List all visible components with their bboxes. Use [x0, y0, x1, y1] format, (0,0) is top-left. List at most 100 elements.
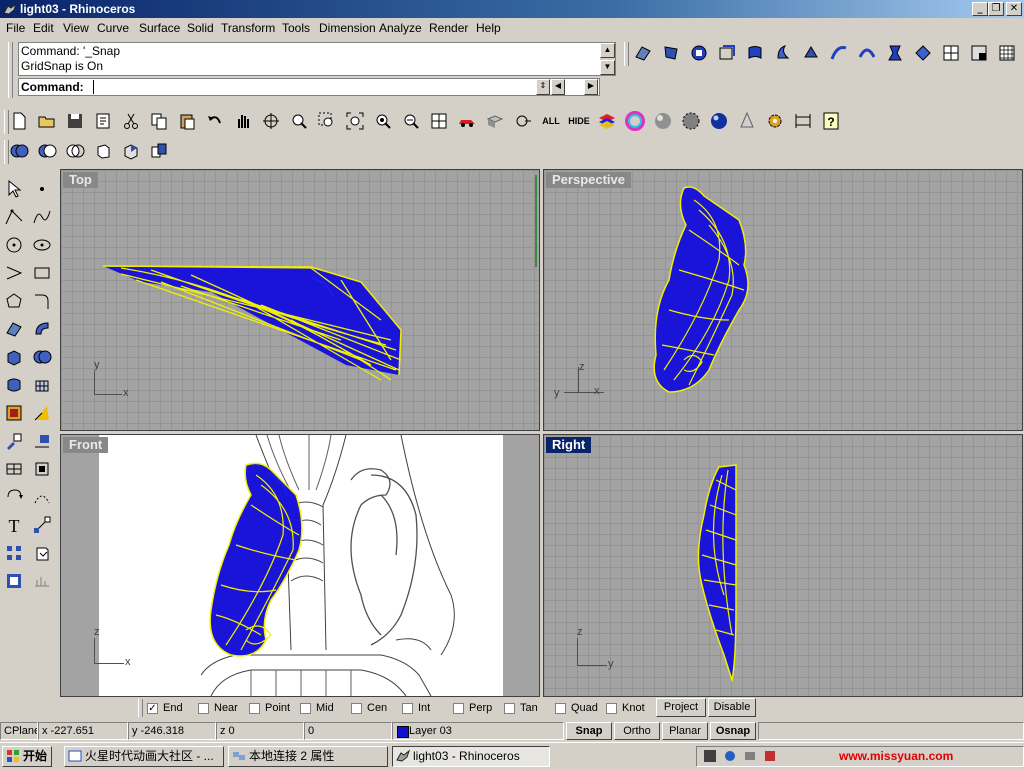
explode-icon[interactable] [148, 140, 170, 162]
polygon-icon[interactable] [3, 290, 25, 312]
polyline-icon[interactable] [3, 206, 25, 228]
snap-toggle[interactable]: Snap [566, 722, 612, 740]
cap-planar-holes-icon[interactable] [92, 140, 114, 162]
tray-icon[interactable] [723, 749, 737, 763]
copy-icon[interactable] [148, 110, 170, 132]
menu-view[interactable]: View [63, 21, 89, 35]
render-tools-icon[interactable] [3, 402, 25, 424]
dimension-icon[interactable] [792, 110, 814, 132]
planar-toggle[interactable]: Planar [662, 722, 708, 740]
zoom-window-icon[interactable] [316, 110, 338, 132]
viewport-perspective[interactable]: Perspective z y x [543, 169, 1023, 431]
viewport-front[interactable]: Front z x [60, 434, 540, 697]
viewport-top[interactable]: Top y x [60, 169, 540, 431]
spin-icon[interactable]: ⇕ [536, 79, 550, 95]
drape-icon[interactable] [940, 42, 962, 64]
tray-icon[interactable] [763, 749, 777, 763]
zoom-icon[interactable] [288, 110, 310, 132]
loft-icon[interactable] [744, 42, 766, 64]
options-gear-icon[interactable] [764, 110, 786, 132]
rectangle-icon[interactable] [31, 262, 53, 284]
show-all-button[interactable]: ALL [540, 110, 562, 132]
ortho-toggle[interactable]: Ortho [614, 722, 660, 740]
cut-icon[interactable] [120, 110, 142, 132]
minimize-button[interactable]: _ [972, 2, 988, 16]
surface-fillet-icon[interactable] [31, 318, 53, 340]
grid-points-icon[interactable] [3, 542, 25, 564]
drafting-icon[interactable] [31, 570, 53, 592]
revolve-icon[interactable] [772, 42, 794, 64]
osnap-perp-checkbox[interactable] [453, 702, 464, 714]
osnap-end-checkbox[interactable]: ✓ [147, 702, 158, 714]
open-icon[interactable] [36, 110, 58, 132]
undo-icon[interactable] [204, 110, 226, 132]
menu-edit[interactable]: Edit [33, 21, 54, 35]
osnap-toggle[interactable]: Osnap [710, 722, 756, 740]
disable-button[interactable]: Disable [708, 698, 756, 717]
fillet-curves-icon[interactable] [31, 290, 53, 312]
project-button[interactable]: Project [656, 698, 706, 717]
render-box-icon[interactable] [484, 110, 506, 132]
scroll-up-icon[interactable]: ▲ [600, 43, 615, 58]
help-icon[interactable]: ? [820, 110, 842, 132]
layers-icon[interactable] [596, 110, 618, 132]
edge-surface-icon[interactable] [660, 42, 682, 64]
command-area-grip[interactable] [8, 42, 13, 98]
menu-surface[interactable]: Surface [139, 21, 180, 35]
menu-analyze[interactable]: Analyze [379, 21, 422, 35]
menu-curve[interactable]: Curve [97, 21, 129, 35]
close-button[interactable]: ✕ [1006, 2, 1022, 16]
surface-from-points-icon[interactable] [632, 42, 654, 64]
osnap-cen-checkbox[interactable] [351, 702, 362, 714]
analyze-icon[interactable] [3, 570, 25, 592]
spotlight-icon[interactable] [736, 110, 758, 132]
patch-icon[interactable] [912, 42, 934, 64]
restore-button[interactable]: ❐ [988, 2, 1004, 16]
osnap-knot[interactable]: Knot [606, 701, 645, 715]
arc-icon[interactable] [3, 262, 25, 284]
boolean-difference-icon[interactable] [36, 140, 58, 162]
menu-help[interactable]: Help [476, 21, 501, 35]
dimension-tools-icon[interactable] [31, 514, 53, 536]
zoom-selected-icon[interactable] [372, 110, 394, 132]
menu-file[interactable]: File [6, 21, 25, 35]
curve-from-object-icon[interactable] [31, 486, 53, 508]
taskbar-item[interactable]: 本地连接 2 属性 [228, 746, 388, 767]
current-layer[interactable]: Layer 03 [392, 722, 564, 740]
surface-toolbar-grip[interactable] [624, 42, 629, 66]
mesh-icon[interactable] [3, 374, 25, 396]
hide-button[interactable]: HIDE [568, 110, 590, 132]
osnap-near-checkbox[interactable] [198, 702, 209, 714]
shade-sphere-icon[interactable] [652, 110, 674, 132]
command-input[interactable] [93, 80, 538, 94]
scroll-left-icon[interactable]: ◀ [551, 79, 565, 95]
osnap-point-checkbox[interactable] [249, 702, 260, 714]
taskbar-item-active[interactable]: light03 - Rhinoceros [392, 746, 550, 767]
scroll-right-icon[interactable]: ▶ [584, 79, 598, 95]
curve-network-icon[interactable] [884, 42, 906, 64]
rotate-icon[interactable] [3, 486, 25, 508]
array-icon[interactable] [3, 458, 25, 480]
menu-solid[interactable]: Solid [187, 21, 214, 35]
boolean-union-icon[interactable] [8, 140, 30, 162]
osnap-point[interactable]: Point [249, 701, 290, 715]
color-wheel-icon[interactable] [624, 110, 646, 132]
light-icon[interactable] [31, 402, 53, 424]
cplane-indicator[interactable]: CPlane [0, 722, 38, 740]
osnap-int[interactable]: Int [402, 701, 430, 715]
taskbar-item[interactable]: 火星时代动画大社区 - ... [64, 746, 224, 767]
start-button[interactable]: 开始 [2, 746, 52, 767]
menu-transform[interactable]: Transform [221, 21, 275, 35]
osnap-perp[interactable]: Perp [453, 701, 492, 715]
solid-union-icon[interactable] [31, 346, 53, 368]
zoom-extents-icon[interactable] [344, 110, 366, 132]
select-arrow-icon[interactable] [3, 178, 25, 200]
osnap-tan-checkbox[interactable] [504, 702, 515, 714]
osnap-int-checkbox[interactable] [402, 702, 413, 714]
viewport-right[interactable]: Right z y [543, 434, 1023, 697]
osnap-end[interactable]: ✓ End [147, 701, 183, 715]
osnap-mid[interactable]: Mid [300, 701, 334, 715]
pan-hand-icon[interactable] [232, 110, 254, 132]
osnap-near[interactable]: Near [198, 701, 238, 715]
menu-render[interactable]: Render [429, 21, 468, 35]
